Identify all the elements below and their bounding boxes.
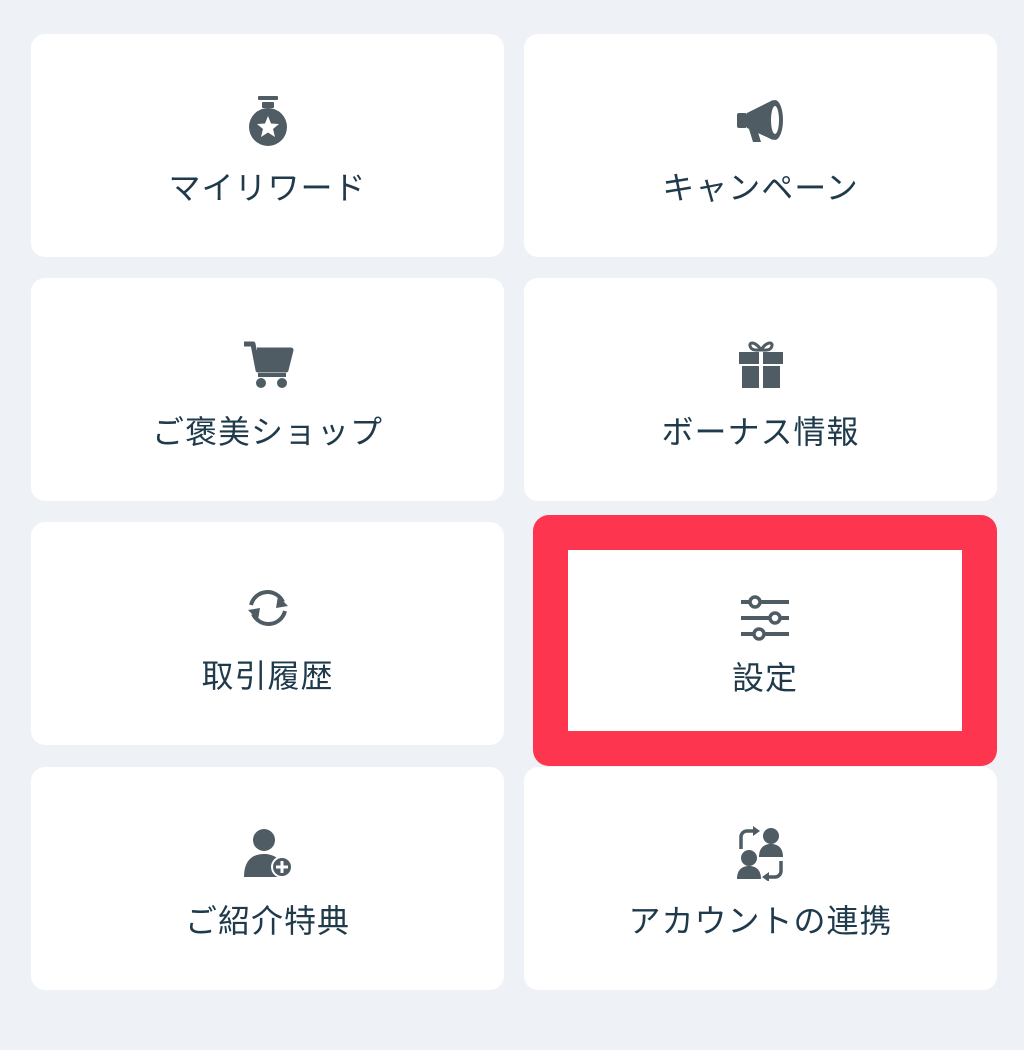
- menu-tile-label: マイリワード: [168, 169, 367, 207]
- account-link-icon: [733, 825, 789, 881]
- menu-tile-label: アカウントの連携: [628, 902, 893, 940]
- menu-tile-my-reward[interactable]: マイリワード: [31, 34, 504, 257]
- menu-tile-settings[interactable]: 設定: [568, 550, 962, 731]
- menu-tile-label: ご褒美ショップ: [151, 413, 383, 451]
- menu-tile-referral-bonus[interactable]: ご紹介特典: [31, 767, 504, 990]
- megaphone-icon: [733, 92, 789, 148]
- cart-icon: [240, 336, 296, 392]
- menu-tile-label: ご紹介特典: [184, 902, 350, 940]
- sync-icon: [240, 580, 296, 636]
- menu-tile-label: ボーナス情報: [661, 413, 860, 451]
- menu-tile-bonus-info[interactable]: ボーナス情報: [524, 278, 997, 501]
- medal-star-icon: [240, 92, 296, 148]
- sliders-icon: [737, 590, 793, 646]
- menu-tile-reward-shop[interactable]: ご褒美ショップ: [31, 278, 504, 501]
- gift-icon: [733, 336, 789, 392]
- menu-tile-label: 取引履歴: [201, 657, 334, 695]
- user-add-icon: [240, 825, 296, 881]
- menu-tile-transaction-history[interactable]: 取引履歴: [31, 522, 504, 745]
- menu-tile-campaign[interactable]: キャンペーン: [524, 34, 997, 257]
- menu-tile-label: キャンペーン: [662, 169, 859, 207]
- menu-tile-account-link[interactable]: アカウントの連携: [524, 767, 997, 990]
- menu-tile-label: 設定: [731, 659, 798, 697]
